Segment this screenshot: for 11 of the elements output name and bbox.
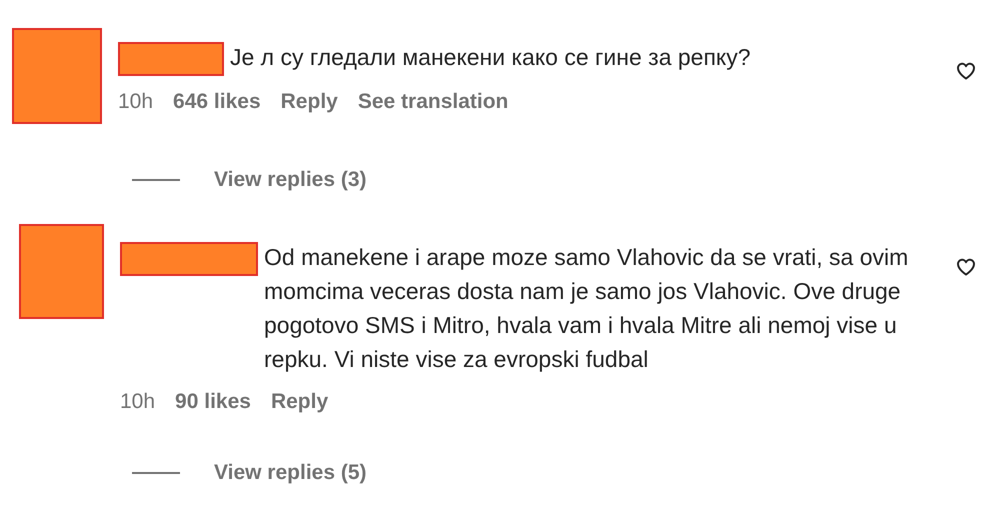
reply-link[interactable]: Reply <box>270 386 328 417</box>
view-replies-link[interactable]: View replies (5) <box>214 457 367 488</box>
comment-text: Је л су гледали манекени како се гине за репку? <box>230 43 751 72</box>
comment-time: 10h <box>120 388 156 414</box>
likes-count[interactable]: 90 likes <box>175 386 251 417</box>
comment-text: Od manekene i arape moze samo Vlahovic da se vrati, sa ovim momcima veceras dosta nam je samo jos Vlahovic. Ove druge pogotovo SMS i Mitro, hvala vam i hvala Mitre ali nemoj vise u repku. Vi niste vise za evropski fudbal <box>264 242 910 374</box>
view-replies-link[interactable]: View replies (3) <box>214 164 367 196</box>
comment-time: 10h <box>118 89 154 115</box>
reply-link[interactable]: Reply <box>280 86 338 118</box>
likes-count[interactable]: 646 likes <box>173 86 261 118</box>
translation-link[interactable]: See translation <box>358 86 508 118</box>
